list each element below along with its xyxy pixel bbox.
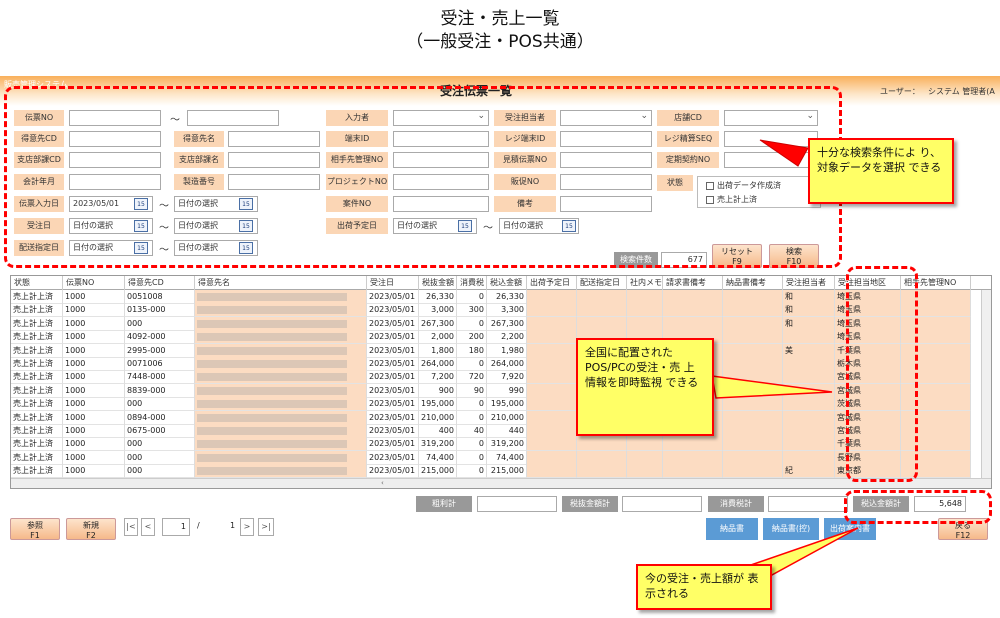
callout-search: 十分な検索条件によ り、対象データを選択 できる (808, 138, 954, 204)
slide: 受注・売上一覧 （一般受注・POS共通） 販売管理システム 受注伝票一覧 ユーザ… (0, 0, 1000, 618)
callout-arrow (759, 139, 809, 167)
callout-monitor: 全国に配置された POS/PCの受注・売 上情報を即時監視 できる (576, 338, 714, 436)
callout-arrows (711, 139, 859, 577)
callout-amount: 今の受注・売上額が 表示される (636, 564, 772, 610)
callout-arrow (711, 375, 833, 399)
